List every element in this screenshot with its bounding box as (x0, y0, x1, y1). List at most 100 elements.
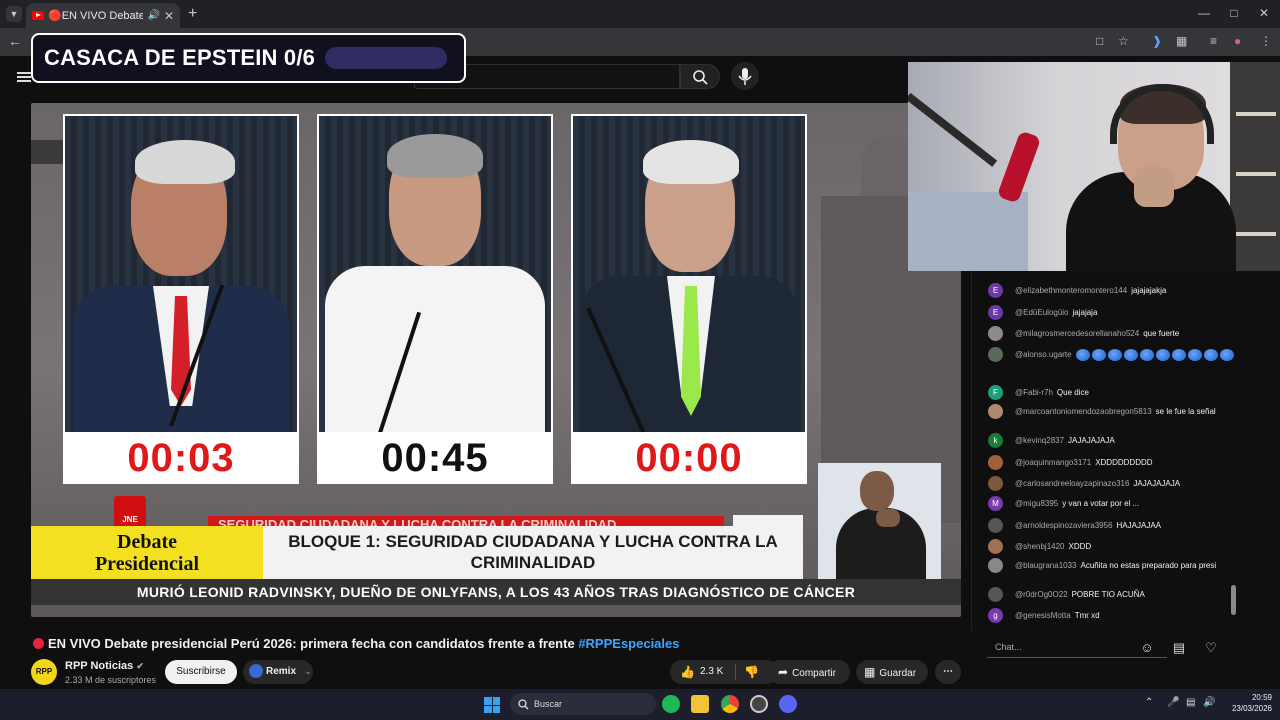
youtube-favicon-icon (32, 11, 44, 20)
extensions-puzzle-icon[interactable]: ▦ (1176, 34, 1187, 48)
spotify-icon[interactable] (662, 695, 680, 713)
candidate-panel-2: 00:45 (317, 114, 553, 484)
chat-username[interactable]: @joaquinmango3171 (1015, 458, 1091, 467)
video-player[interactable]: VIVO 00:03 00:45 (31, 103, 961, 617)
back-arrow-icon[interactable]: ← (8, 33, 22, 49)
tray-chevron-up-icon[interactable]: ⌃ (1145, 697, 1153, 708)
browser-menu-icon[interactable]: ⋮ (1260, 34, 1272, 48)
live-dot-icon (33, 638, 44, 649)
like-count[interactable]: 2.3 K (700, 660, 723, 684)
chat-avatar[interactable]: k (988, 433, 1003, 448)
minimize-icon[interactable]: — (1194, 6, 1214, 20)
share-button[interactable]: ➦ Compartir (768, 660, 850, 684)
more-actions-button[interactable]: ⋯ (935, 660, 961, 684)
reading-list-icon[interactable]: ≡ (1210, 34, 1217, 48)
emote-icon (1075, 349, 1090, 361)
chat-username[interactable]: @shenbj1420 (1015, 542, 1065, 551)
discord-icon[interactable] (779, 695, 797, 713)
remix-button[interactable]: Remix ⌄ (243, 660, 313, 684)
tab-title: 🔴EN VIVO Debate preside (48, 10, 144, 22)
heart-icon[interactable]: ♡ (1202, 639, 1220, 657)
chat-message: @alonso.ugarte (988, 347, 1238, 362)
tab-close-icon[interactable]: ✕ (164, 9, 174, 23)
save-button[interactable]: ▦ Guardar (856, 660, 928, 684)
live-chat: E @elizabethmonteromontero144 jajajajakja E… (971, 271, 1241, 631)
extension-audio-icon[interactable]: ❱ (1152, 34, 1162, 48)
chat-username[interactable]: @r0drOg0O22 (1015, 590, 1068, 599)
chat-avatar[interactable] (988, 404, 1003, 419)
chat-text: Acuñita no estas preparado para presi (1080, 561, 1217, 570)
chat-message: @blaugrana1033 Acuñita no estas preparado… (988, 558, 1238, 573)
channel-avatar[interactable]: RPP (31, 659, 57, 685)
window-close-icon[interactable]: ✕ (1254, 6, 1274, 20)
chat-avatar[interactable] (988, 587, 1003, 602)
chat-avatar[interactable]: E (988, 283, 1003, 298)
menu-hamburger-icon[interactable] (17, 72, 31, 82)
tab-audio-icon[interactable]: 🔊 (147, 10, 159, 21)
chat-username[interactable]: @genesisMotta (1015, 611, 1071, 620)
emote-icon (1171, 349, 1186, 361)
search-icon (693, 70, 708, 85)
chat-avatar[interactable] (988, 347, 1003, 362)
bookmark-star-icon[interactable]: ☆ (1118, 34, 1129, 48)
chat-avatar[interactable]: E (988, 305, 1003, 320)
emote-icon (1219, 349, 1234, 361)
chat-username[interactable]: @EdüEulogüio (1015, 308, 1069, 317)
tray-network-icon[interactable]: ▤ (1186, 697, 1195, 708)
chat-username[interactable]: @marcoantoniomendozaobregon5813 (1015, 407, 1152, 416)
channel-name[interactable]: RPP Noticias ✔ (65, 660, 144, 672)
chat-avatar[interactable] (988, 455, 1003, 470)
chat-username[interactable]: @kevinq2837 (1015, 436, 1064, 445)
like-icon[interactable]: 👍 (680, 660, 695, 684)
new-tab-button[interactable]: + (188, 5, 197, 23)
chat-username[interactable]: @alonso.ugarte (1015, 350, 1072, 359)
chat-text: HAJAJAJAA (1116, 521, 1161, 530)
tab-search-dropdown-icon[interactable]: ▼ (6, 6, 22, 22)
chat-message: @carlosandreeloayzapinazo316 JAJAJAJAJA (988, 476, 1238, 491)
chat-text: Que dice (1056, 388, 1089, 397)
chat-username[interactable]: @migu8395 (1015, 499, 1058, 508)
taskbar-search[interactable]: Buscar (510, 693, 656, 715)
dislike-icon[interactable]: 👎 (744, 660, 759, 684)
chat-avatar[interactable] (988, 539, 1003, 554)
obs-icon[interactable] (750, 695, 768, 713)
chat-scrollbar[interactable] (1231, 585, 1236, 615)
maximize-icon[interactable]: □ (1224, 6, 1244, 20)
chat-avatar[interactable]: F (988, 385, 1003, 400)
chat-text: XDDDDDDDDD (1095, 458, 1153, 467)
chat-avatar[interactable]: g (988, 608, 1003, 623)
emoji-icon[interactable]: ☺ (1138, 639, 1156, 657)
voice-search-button[interactable] (731, 62, 759, 90)
chat-text: Tmr xd (1074, 611, 1100, 620)
chat-username[interactable]: @Fabi-r7h (1015, 388, 1053, 397)
super-chat-icon[interactable]: ▤ (1170, 639, 1188, 657)
share-icon: ➦ (778, 665, 789, 679)
chat-avatar[interactable] (988, 558, 1003, 573)
taskbar-clock[interactable]: 20:59 23/03/2026 (1224, 692, 1272, 714)
search-button[interactable] (680, 64, 720, 89)
profile-avatar-icon[interactable]: ● (1234, 34, 1241, 48)
chat-username[interactable]: @milagrosmercedesorellanaho524 (1015, 329, 1139, 338)
chat-message: M @migu8395 y van a votar por el ... (988, 496, 1238, 511)
candidate-3-timer: 00:00 (635, 436, 743, 480)
subscribe-button[interactable]: Suscribirse (165, 660, 237, 684)
chat-avatar[interactable] (988, 476, 1003, 491)
hashtag-link[interactable]: #RPPEspeciales (578, 636, 679, 651)
chat-avatar[interactable] (988, 518, 1003, 533)
video-title-text: EN VIVO Debate presidencial Perú 2026: p… (48, 636, 575, 651)
debate-label-line1: Debate (117, 531, 177, 553)
tray-volume-icon[interactable]: 🔊 (1203, 697, 1215, 708)
share-label: Compartir (792, 668, 836, 679)
file-explorer-icon[interactable] (691, 695, 709, 713)
chat-avatar[interactable]: M (988, 496, 1003, 511)
chat-avatar[interactable] (988, 326, 1003, 341)
chat-username[interactable]: @arnoldespinozaviera3956 (1015, 521, 1113, 530)
cast-icon[interactable]: □ (1096, 34, 1103, 48)
chat-username[interactable]: @elizabethmonteromontero144 (1015, 286, 1127, 295)
browser-tab[interactable]: 🔴EN VIVO Debate preside 🔊 ✕ (26, 3, 180, 28)
chat-username[interactable]: @blaugrana1033 (1015, 561, 1077, 570)
chrome-icon[interactable] (721, 695, 739, 713)
tray-mic-icon[interactable]: 🎤 (1167, 697, 1179, 708)
windows-start-icon[interactable] (484, 697, 500, 713)
chat-username[interactable]: @carlosandreeloayzapinazo316 (1015, 479, 1129, 488)
